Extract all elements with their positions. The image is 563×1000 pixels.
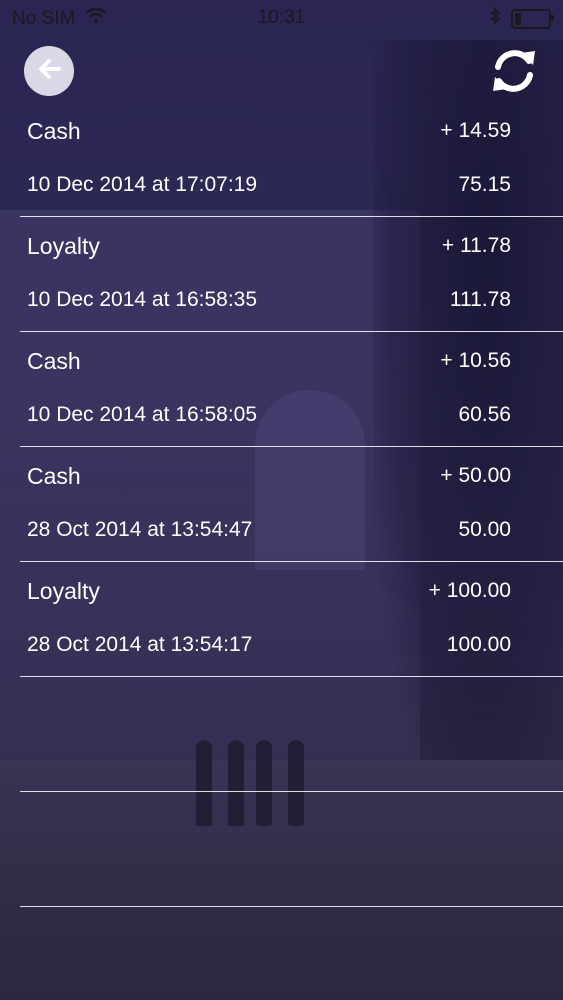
- transaction-balance: 100.00: [446, 633, 511, 656]
- transaction-date: 10 Dec 2014 at 16:58:35: [27, 288, 258, 311]
- transaction-date: 28 Oct 2014 at 13:54:17: [27, 633, 253, 656]
- transaction-type: Loyalty: [27, 233, 100, 259]
- arrow-left-icon: [34, 54, 64, 89]
- transaction-balance: 60.56: [458, 403, 511, 426]
- status-bar: No SIM 10:31: [0, 0, 563, 38]
- transaction-list: Cash + 14.59 10 Dec 2014 at 17:07:19 75.…: [20, 102, 563, 907]
- battery-level: [515, 13, 522, 25]
- transaction-row[interactable]: Cash + 14.59 10 Dec 2014 at 17:07:19 75.…: [20, 102, 563, 217]
- transaction-type: Cash: [27, 118, 81, 144]
- transaction-amount: + 11.78: [441, 234, 511, 257]
- transaction-amount: + 100.00: [428, 579, 511, 602]
- transaction-type: Cash: [27, 463, 81, 489]
- transaction-type: Cash: [27, 348, 81, 374]
- transaction-date: 10 Dec 2014 at 17:07:19: [27, 173, 258, 196]
- status-time: 10:31: [257, 7, 306, 28]
- transaction-amount: + 50.00: [440, 464, 511, 487]
- transaction-amount: + 14.59: [440, 119, 511, 142]
- transaction-balance: 111.78: [449, 288, 511, 311]
- transaction-balance: 75.15: [458, 173, 511, 196]
- transaction-date: 28 Oct 2014 at 13:54:47: [27, 518, 253, 541]
- back-button[interactable]: [24, 46, 74, 96]
- transaction-amount: + 10.56: [440, 349, 511, 372]
- empty-row: [20, 677, 563, 792]
- refresh-button[interactable]: [487, 46, 541, 100]
- transaction-row[interactable]: Loyalty + 100.00 28 Oct 2014 at 13:54:17…: [20, 562, 563, 677]
- transaction-type: Loyalty: [27, 578, 100, 604]
- transaction-row[interactable]: Cash + 50.00 28 Oct 2014 at 13:54:47 50.…: [20, 447, 563, 562]
- transaction-balance: 50.00: [458, 518, 511, 541]
- battery-icon: [511, 9, 554, 29]
- empty-row: [20, 792, 563, 907]
- transaction-row[interactable]: Cash + 10.56 10 Dec 2014 at 16:58:05 60.…: [20, 332, 563, 447]
- transaction-row[interactable]: Loyalty + 11.78 10 Dec 2014 at 16:58:35 …: [20, 217, 563, 332]
- refresh-icon: [488, 45, 540, 102]
- transaction-date: 10 Dec 2014 at 16:58:05: [27, 403, 258, 426]
